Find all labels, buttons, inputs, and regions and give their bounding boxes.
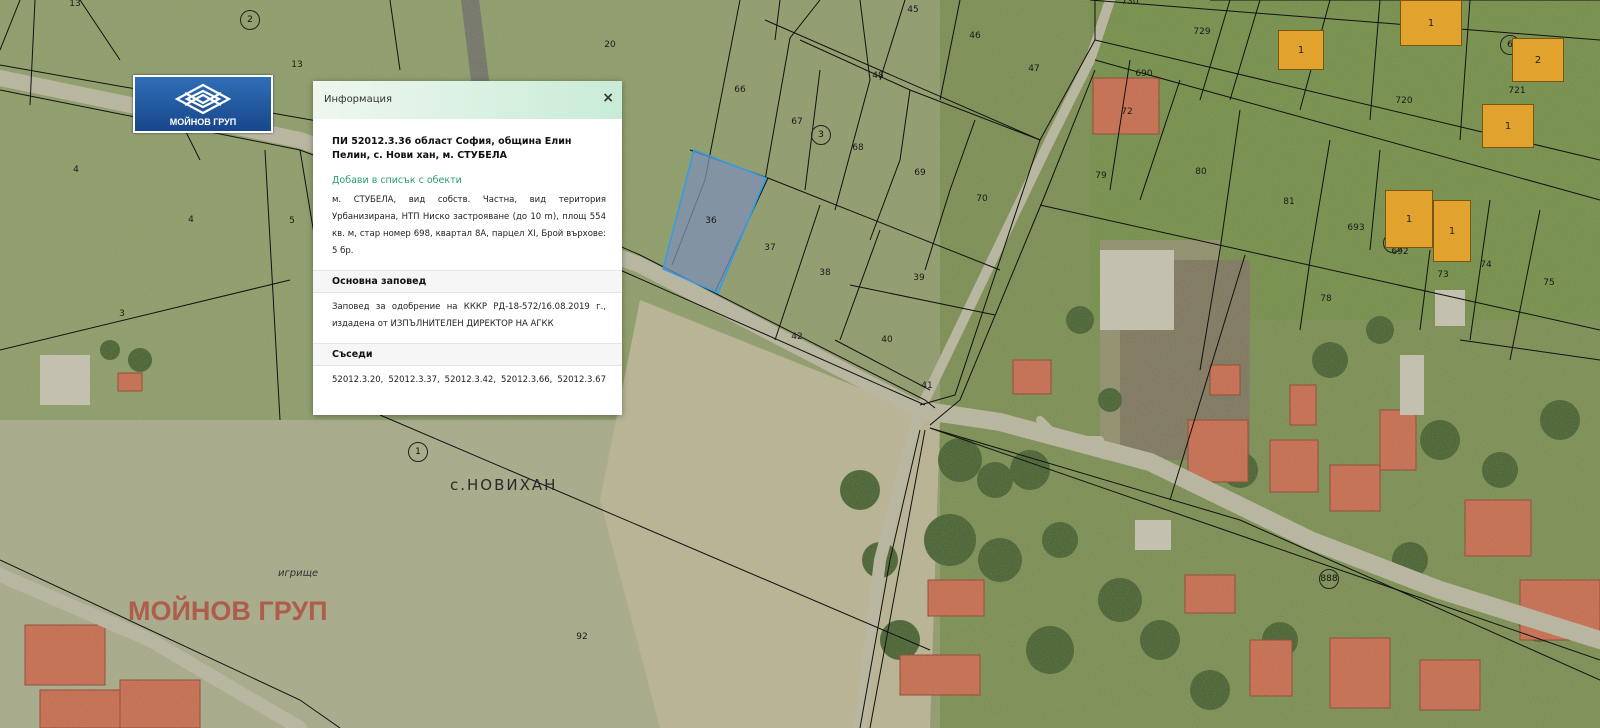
parcel-number-label: 68 (852, 143, 864, 153)
parcel-number-label: 81 (1283, 197, 1295, 207)
parcel-number-label: 721 (1508, 86, 1526, 96)
info-popup: Информация × ПИ 52012.3.36 област София,… (313, 81, 622, 415)
parcel-number-label: 13 (69, 0, 81, 9)
parcel-number-label: 5 (289, 216, 295, 226)
parcel-number-label: 40 (881, 335, 893, 345)
parcel-number-label: 70 (976, 194, 988, 204)
parcel-number-label: 38 (819, 268, 831, 278)
parcel-number-label: 80 (1195, 167, 1207, 177)
parcel-number-label: 42 (791, 332, 803, 342)
parcel-number-label: 69 (914, 168, 926, 178)
neighbor-item[interactable]: 52012.3.67 (557, 372, 606, 389)
parcel-number-label: 3 (119, 309, 125, 319)
parcel-number-label: 690 (1135, 69, 1153, 79)
popup-header: Информация × (313, 81, 622, 119)
building-footprint: 1 (1278, 30, 1324, 70)
order-heading: Основна заповед (313, 270, 622, 293)
order-text: Заповед за одобрение на КККР РД-18-572/1… (332, 302, 606, 329)
neighbors-heading: Съседи (313, 343, 622, 366)
building-footprint: 1 (1433, 200, 1471, 262)
neighbor-item[interactable]: 52012.3.37, (388, 372, 439, 389)
block-number-circle: 2 (240, 10, 260, 30)
village-label: с.НОВИХАН (450, 476, 558, 494)
logo-text: МОЙНОВ ГРУП (169, 117, 237, 127)
neighbor-item[interactable]: 52012.3.66, (501, 372, 552, 389)
parcel-number-label: 66 (734, 85, 746, 95)
add-to-list-link[interactable]: Добави в списък с обекти (332, 175, 606, 186)
popup-body: ПИ 52012.3.36 област София, община Елин … (313, 135, 622, 389)
neighbor-item[interactable]: 52012.3.42, (445, 372, 496, 389)
building-footprint: 2 (1512, 38, 1564, 82)
neighbors-list: 52012.3.20, 52012.3.37, 52012.3.42, 5201… (332, 372, 606, 389)
parcel-number-label: 47 (1028, 64, 1040, 74)
parcel-number-label: 720 (1395, 96, 1413, 106)
block-number-circle: 3 (811, 125, 831, 145)
parcel-description: м. СТУБЕЛА, вид собств. Частна, вид тери… (332, 195, 606, 256)
parcel-number-label: 730 (1121, 0, 1139, 7)
block-number-circle: 1 (408, 442, 428, 462)
parcel-number-label: 36 (705, 216, 717, 226)
parcel-number-label: 67 (791, 117, 803, 127)
parcel-title: ПИ 52012.3.36 област София, община Елин … (332, 136, 572, 161)
building-footprint: 1 (1482, 104, 1534, 148)
popup-header-title: Информация (324, 94, 393, 105)
parcel-number-label: 13 (291, 60, 303, 70)
parcel-number-label: 39 (913, 273, 925, 283)
parcel-number-label: 74 (1480, 260, 1492, 270)
parcel-number-label: 4 (73, 165, 79, 175)
parcel-number-label: 729 (1193, 27, 1211, 37)
parcel-number-label: 78 (1320, 294, 1332, 304)
parcel-number-label: 72 (1121, 107, 1133, 117)
logo-mark-icon (174, 83, 232, 115)
company-logo: МОЙНОВ ГРУП (133, 75, 273, 133)
parcel-number-label: 693 (1347, 223, 1365, 233)
watermark-text: МОЙНОВ ГРУП (128, 596, 328, 626)
parcel-number-label: 45 (907, 5, 919, 15)
close-icon[interactable]: × (602, 90, 614, 106)
block-number-circle: 888 (1319, 569, 1339, 589)
parcel-number-label: 46 (969, 31, 981, 41)
parcel-number-label: 92 (576, 632, 588, 642)
parcel-number-label: 73 (1437, 270, 1449, 280)
parcel-number-label: 48 (872, 71, 884, 81)
building-footprint: 1 (1400, 0, 1462, 46)
parcel-number-label: 41 (921, 381, 933, 391)
parcel-number-label: 75 (1543, 278, 1555, 288)
parcel-number-label: 4 (188, 215, 194, 225)
street-note-label: игрище (278, 568, 319, 579)
parcel-number-label: 37 (764, 243, 776, 253)
neighbor-item[interactable]: 52012.3.20, (332, 372, 383, 389)
parcel-number-label: 20 (604, 40, 616, 50)
building-footprint: 1 (1385, 190, 1433, 248)
parcel-number-label: 79 (1095, 171, 1107, 181)
